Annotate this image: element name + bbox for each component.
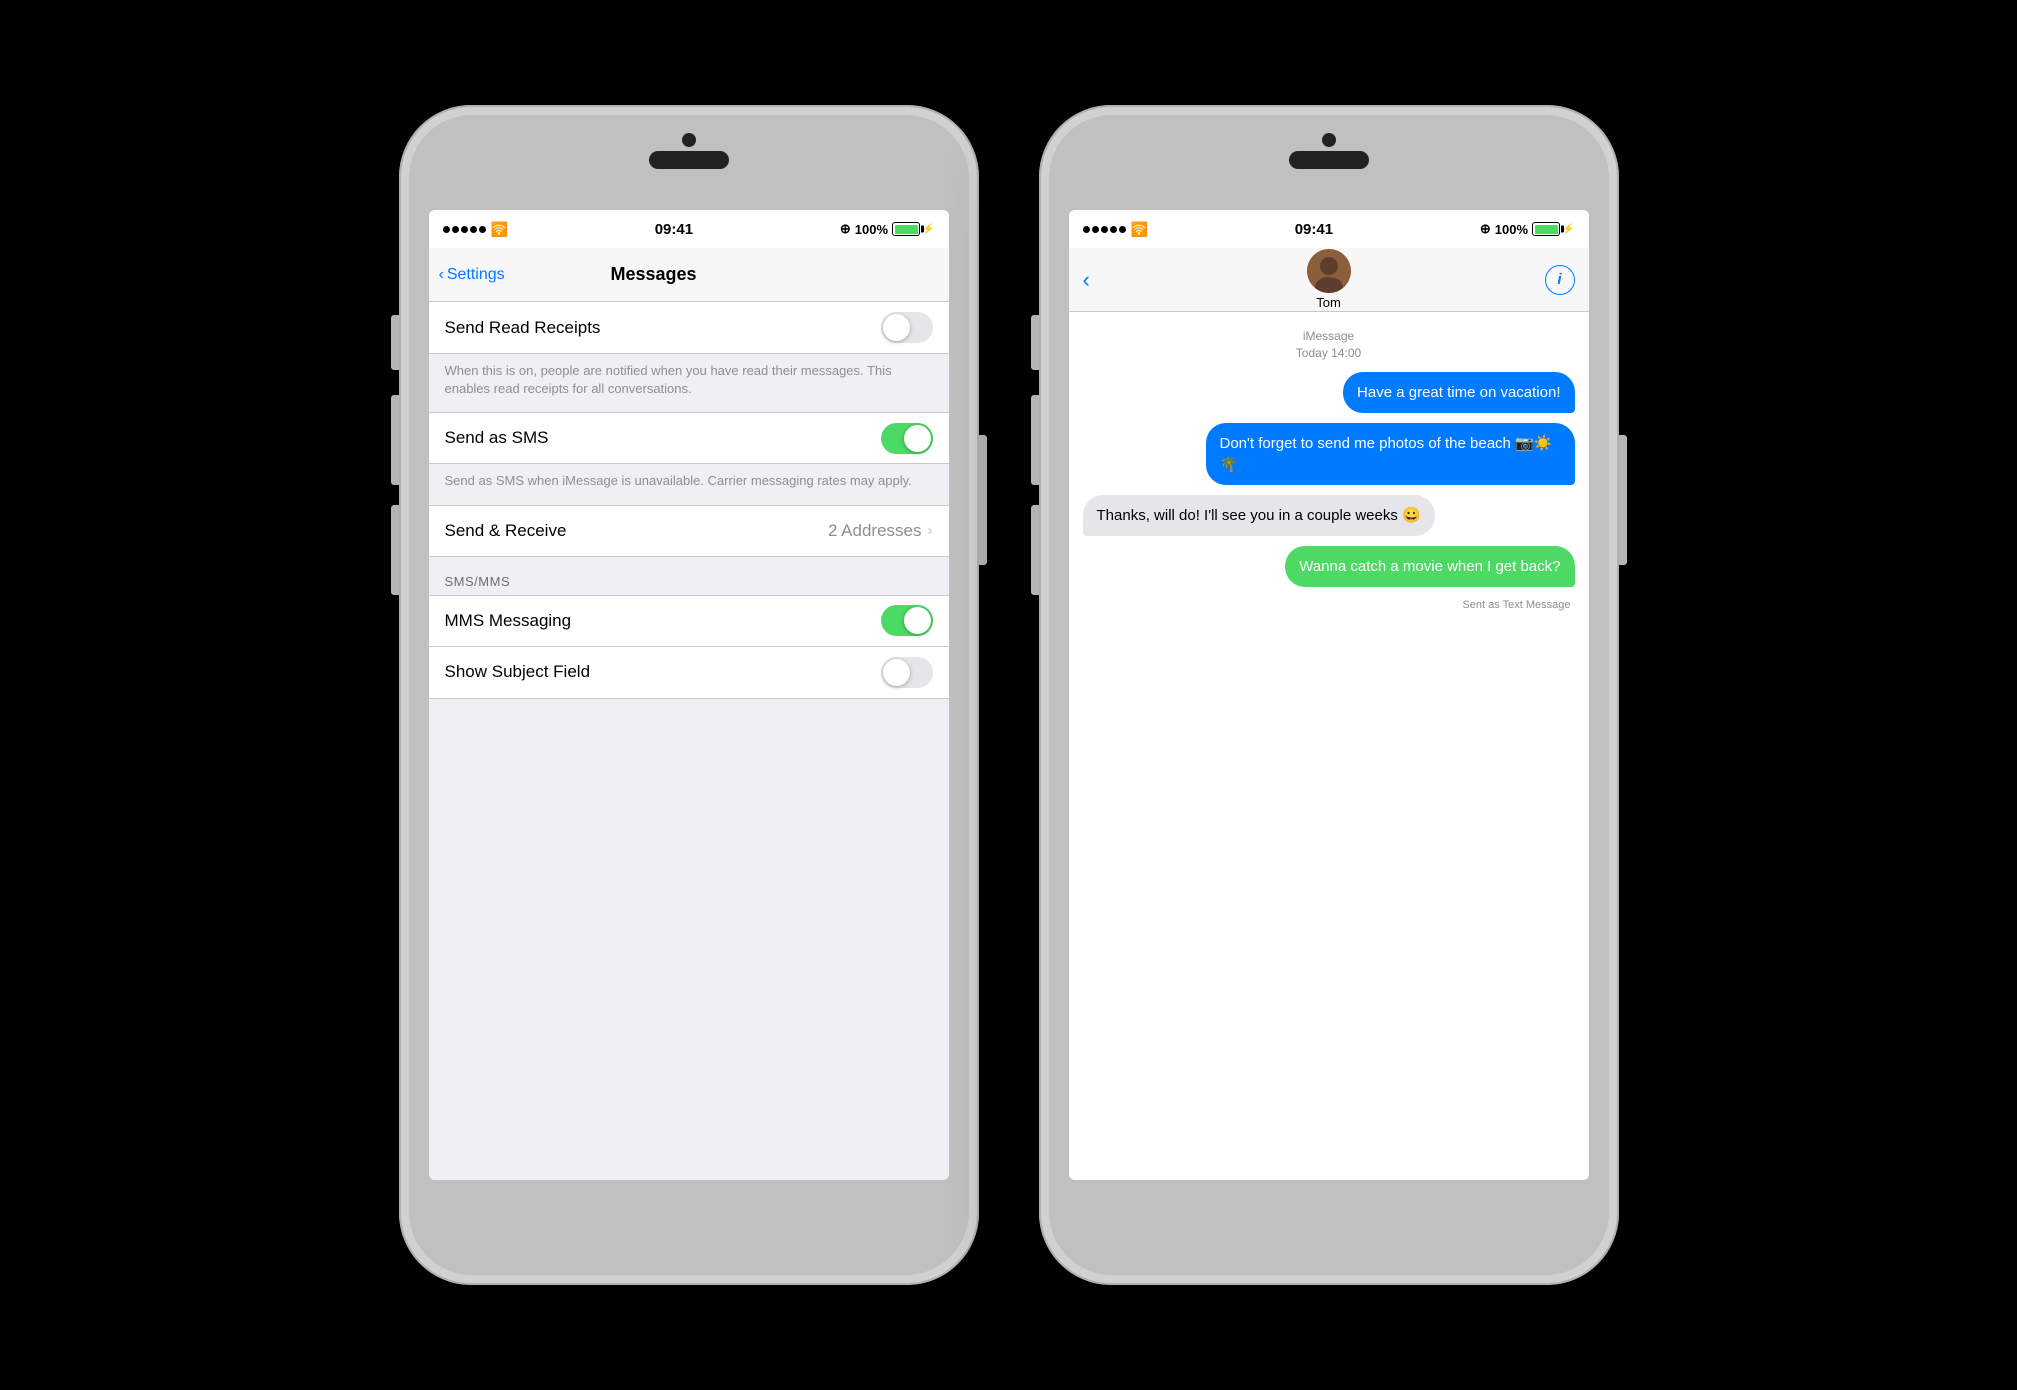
battery-fill-r bbox=[1535, 225, 1558, 234]
timestamp-text: iMessageToday 14:00 bbox=[1296, 329, 1361, 360]
show-subject-label: Show Subject Field bbox=[445, 662, 591, 682]
read-receipts-description: When this is on, people are notified whe… bbox=[429, 354, 949, 412]
toggle-knob-mms bbox=[904, 607, 931, 634]
iphone-top-hardware-r bbox=[1289, 133, 1369, 169]
send-as-sms-description: Send as SMS when iMessage is unavailable… bbox=[429, 464, 949, 504]
message-text-2: Don't forget to send me photos of the be… bbox=[1220, 435, 1553, 473]
battery-pct-r: 100% bbox=[1495, 222, 1528, 237]
send-as-sms-toggle[interactable] bbox=[881, 423, 933, 454]
signal-indicator-r bbox=[1083, 226, 1126, 233]
status-left: 🛜 bbox=[443, 221, 508, 238]
location-icon: ⊕ bbox=[840, 221, 851, 237]
read-receipts-section: Send Read Receipts When this is on, peop… bbox=[429, 302, 949, 412]
back-label[interactable]: Settings bbox=[447, 266, 505, 284]
message-bubble-2: Don't forget to send me photos of the be… bbox=[1206, 423, 1575, 485]
sent-as-text-message: Sent as Text Message bbox=[1083, 599, 1575, 611]
volume-up-button-r[interactable] bbox=[1031, 395, 1039, 485]
contact-avatar bbox=[1307, 249, 1351, 293]
send-as-sms-section: Send as SMS Send as SMS when iMessage is… bbox=[429, 412, 949, 504]
send-receive-addresses: 2 Addresses bbox=[828, 521, 922, 541]
mute-button-r[interactable] bbox=[1031, 315, 1039, 370]
back-chevron-icon: ‹ bbox=[439, 266, 444, 284]
battery-box bbox=[892, 222, 920, 236]
sms-mms-section: MMS Messaging Show Subject Field bbox=[429, 595, 949, 699]
settings-body: Send Read Receipts When this is on, peop… bbox=[429, 302, 949, 1180]
right-iphone: 🛜 09:41 ⊕ 100% ⚡ ‹ bbox=[1039, 105, 1619, 1285]
send-read-receipts-label: Send Read Receipts bbox=[445, 318, 601, 338]
send-receive-section: Send & Receive 2 Addresses › bbox=[429, 505, 949, 557]
send-as-sms-row[interactable]: Send as SMS bbox=[429, 412, 949, 464]
message-row-2: Don't forget to send me photos of the be… bbox=[1083, 423, 1575, 485]
speaker bbox=[649, 151, 729, 169]
contact-name: Tom bbox=[1316, 295, 1341, 310]
status-bar: 🛜 09:41 ⊕ 100% ⚡ bbox=[429, 210, 949, 248]
send-receive-value: 2 Addresses › bbox=[828, 521, 933, 541]
signal-indicator bbox=[443, 226, 486, 233]
settings-page-title: Messages bbox=[610, 264, 696, 285]
speaker-r bbox=[1289, 151, 1369, 169]
mms-messaging-label: MMS Messaging bbox=[445, 611, 572, 631]
status-bar-r: 🛜 09:41 ⊕ 100% ⚡ bbox=[1069, 210, 1589, 248]
chevron-icon: › bbox=[928, 522, 933, 539]
status-left-r: 🛜 bbox=[1083, 221, 1148, 238]
wifi-icon: 🛜 bbox=[491, 221, 508, 238]
settings-nav-bar: ‹ Settings Messages bbox=[429, 248, 949, 302]
send-read-receipts-row[interactable]: Send Read Receipts bbox=[429, 302, 949, 354]
battery-indicator-r: ⚡ bbox=[1532, 222, 1574, 236]
mms-messaging-row[interactable]: MMS Messaging bbox=[429, 595, 949, 647]
wifi-icon-r: 🛜 bbox=[1131, 221, 1148, 238]
message-bubble-1: Have a great time on vacation! bbox=[1343, 372, 1574, 413]
power-button-r[interactable] bbox=[1619, 435, 1627, 565]
status-time-r: 09:41 bbox=[1295, 221, 1333, 238]
sms-mms-header: SMS/MMS bbox=[429, 557, 949, 595]
front-camera bbox=[682, 133, 696, 147]
iphone-top-hardware bbox=[649, 133, 729, 169]
contact-info-button[interactable]: i bbox=[1545, 265, 1575, 295]
message-timestamp: iMessageToday 14:00 bbox=[1083, 328, 1575, 362]
message-row-4: Wanna catch a movie when I get back? bbox=[1083, 546, 1575, 587]
right-screen: 🛜 09:41 ⊕ 100% ⚡ ‹ bbox=[1069, 210, 1589, 1180]
toggle-knob bbox=[883, 314, 910, 341]
battery-indicator: ⚡ bbox=[892, 222, 934, 236]
send-as-sms-label: Send as SMS bbox=[445, 428, 549, 448]
show-subject-row[interactable]: Show Subject Field bbox=[429, 647, 949, 699]
volume-down-button[interactable] bbox=[391, 505, 399, 595]
left-screen: 🛜 09:41 ⊕ 100% ⚡ ‹ Settings Messages bbox=[429, 210, 949, 1180]
send-read-receipts-toggle[interactable] bbox=[881, 312, 933, 343]
send-receive-label: Send & Receive bbox=[445, 521, 567, 541]
send-receive-row[interactable]: Send & Receive 2 Addresses › bbox=[429, 505, 949, 557]
show-subject-toggle[interactable] bbox=[881, 657, 933, 688]
battery-fill bbox=[895, 225, 918, 234]
message-text-4: Wanna catch a movie when I get back? bbox=[1299, 558, 1560, 575]
contact-header[interactable]: Tom bbox=[1307, 249, 1351, 310]
avatar-svg bbox=[1307, 249, 1351, 293]
status-time: 09:41 bbox=[655, 221, 693, 238]
message-text-1: Have a great time on vacation! bbox=[1357, 384, 1560, 401]
imessage-body: iMessageToday 14:00 Have a great time on… bbox=[1069, 312, 1589, 1180]
mms-messaging-toggle[interactable] bbox=[881, 605, 933, 636]
toggle-knob-sms bbox=[904, 425, 931, 452]
volume-up-button[interactable] bbox=[391, 395, 399, 485]
message-row-3: Thanks, will do! I'll see you in a coupl… bbox=[1083, 495, 1575, 536]
front-camera-r bbox=[1322, 133, 1336, 147]
message-text-3: Thanks, will do! I'll see you in a coupl… bbox=[1097, 507, 1421, 524]
power-button[interactable] bbox=[979, 435, 987, 565]
location-icon-r: ⊕ bbox=[1480, 221, 1491, 237]
imessage-back-button[interactable]: ‹ bbox=[1083, 267, 1113, 293]
message-bubble-3: Thanks, will do! I'll see you in a coupl… bbox=[1083, 495, 1435, 536]
status-right: ⊕ 100% ⚡ bbox=[840, 221, 935, 237]
message-bubble-4: Wanna catch a movie when I get back? bbox=[1285, 546, 1574, 587]
status-right-r: ⊕ 100% ⚡ bbox=[1480, 221, 1575, 237]
left-iphone: 🛜 09:41 ⊕ 100% ⚡ ‹ Settings Messages bbox=[399, 105, 979, 1285]
message-row-1: Have a great time on vacation! bbox=[1083, 372, 1575, 413]
imessage-nav-bar: ‹ Tom i bbox=[1069, 248, 1589, 312]
battery-pct: 100% bbox=[855, 222, 888, 237]
mute-button[interactable] bbox=[391, 315, 399, 370]
toggle-knob-subject bbox=[883, 659, 910, 686]
battery-box-r bbox=[1532, 222, 1560, 236]
settings-back-button[interactable]: ‹ Settings bbox=[439, 266, 505, 284]
volume-down-button-r[interactable] bbox=[1031, 505, 1039, 595]
